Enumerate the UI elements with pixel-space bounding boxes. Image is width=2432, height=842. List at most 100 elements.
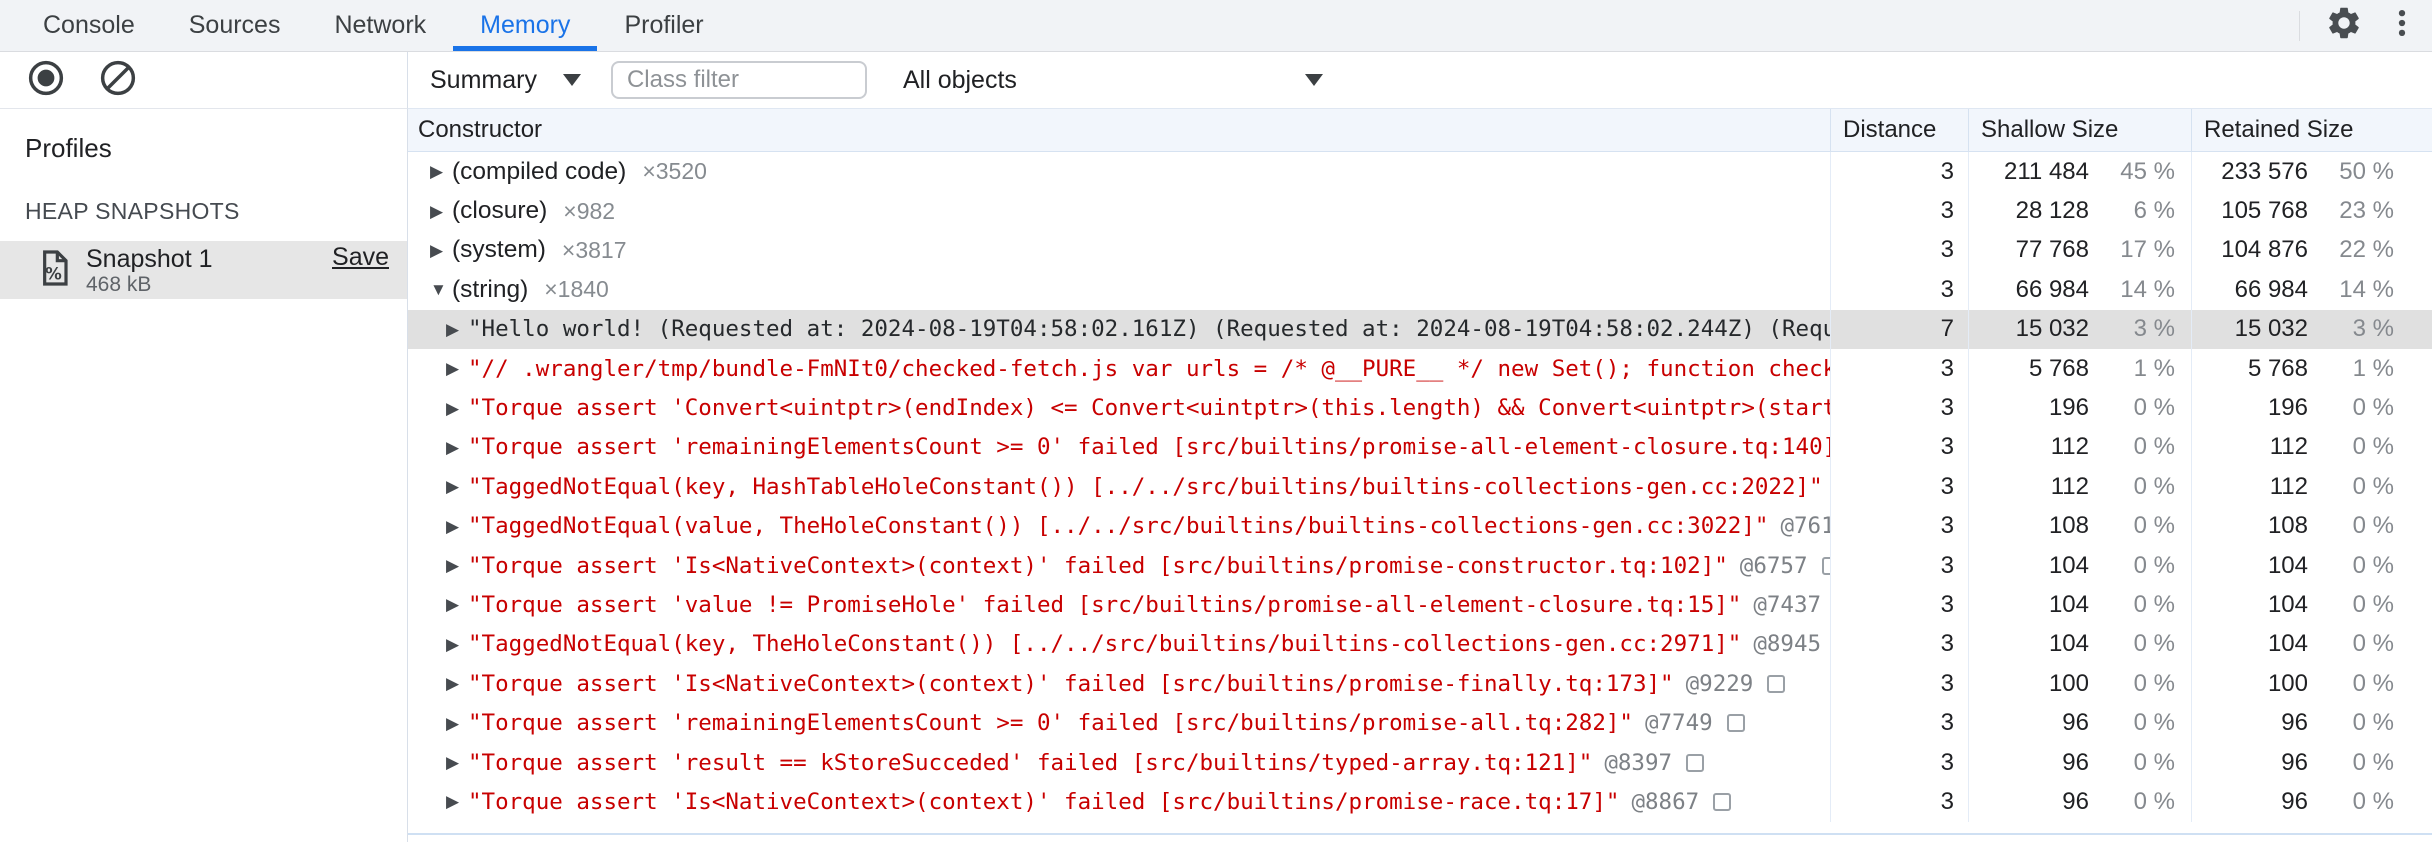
object-id: @7611	[1780, 513, 1830, 540]
class-filter-input[interactable]	[610, 61, 867, 99]
twisty-icon: ▶	[430, 201, 444, 221]
string-instance-row[interactable]: ▶ "Torque assert 'Is<NativeContext>(conte…	[408, 545, 2432, 586]
string-instance-row[interactable]: ▶ "Torque assert 'value != PromiseHole' f…	[408, 585, 2432, 625]
retained-size-cell: 112 0 %	[2191, 467, 2432, 507]
snapshot-file-icon: %	[38, 249, 70, 292]
distance-cell: 3	[1830, 348, 1968, 389]
constructor-group-row[interactable]: ▶ (compiled code) ×3520 3 211 484 45 % 233 576…	[408, 152, 2432, 192]
devtools-tabbar: Console Sources Network Memory Profiler	[0, 0, 2432, 52]
twisty-icon: ▶	[446, 595, 460, 615]
column-header-distance[interactable]: Distance	[1830, 109, 1968, 151]
retained-size-value: 233 576	[2221, 157, 2308, 185]
string-instance-row[interactable]: ▶ "Torque assert 'Is<NativeContext>(conte…	[408, 664, 2432, 704]
shallow-size-value: 15 032	[2015, 315, 2089, 343]
heap-grid-area: Constructor Distance Shallow Size Retain…	[408, 109, 2432, 842]
twisty-icon: ▼	[430, 280, 447, 300]
svg-text:%: %	[45, 264, 62, 283]
string-instance-row[interactable]: ▶ "Hello world! (Requested at: 2024-08-19…	[408, 309, 2432, 349]
settings-button[interactable]	[2322, 4, 2366, 48]
retained-size-percent: 3 %	[2352, 315, 2394, 343]
tab-sources[interactable]: Sources	[162, 0, 308, 51]
constructor-group-row[interactable]: ▶ (closure) ×982 3 28 128 6 % 105 768 23 %	[408, 191, 2432, 231]
constructor-cell: ▶ (system) ×3817	[408, 236, 1830, 264]
tab-network[interactable]: Network	[307, 0, 453, 51]
retained-size-value: 104	[2267, 590, 2308, 618]
retained-size-percent: 0 %	[2352, 394, 2394, 422]
sidebar-item-snapshot-1[interactable]: % Snapshot 1 468 kB Save	[0, 241, 407, 299]
string-value: "// .wrangler/tmp/bundle-FmNIt0/checked-…	[468, 355, 1830, 382]
reveal-object-icon[interactable]	[1821, 556, 1830, 575]
shallow-size-value: 96	[2062, 787, 2089, 815]
column-header-shallow-size[interactable]: Shallow Size	[1968, 109, 2191, 151]
string-instance-row[interactable]: ▶ "TaggedNotEqual(key, TheHoleConstant())…	[408, 624, 2432, 665]
distance-cell: 3	[1830, 388, 1968, 428]
clear-icon	[99, 59, 137, 102]
tab-memory[interactable]: Memory	[453, 0, 598, 51]
constructor-group-row[interactable]: ▼ (string) ×1840 3 66 984 14 % 66 984 14 %	[408, 270, 2432, 310]
grid-header: Constructor Distance Shallow Size Retain…	[408, 109, 2432, 152]
shallow-size-percent: 6 %	[2133, 197, 2175, 225]
object-filter-select[interactable]: All objects	[903, 66, 1323, 95]
take-snapshot-button[interactable]	[24, 58, 68, 102]
tabbar-divider	[2299, 10, 2300, 41]
distance-cell: 3	[1830, 191, 1968, 231]
string-instance-row[interactable]: ▶ "TaggedNotEqual(value, TheHoleConstant(…	[408, 506, 2432, 546]
perspective-select[interactable]: Summary	[430, 66, 581, 95]
profiles-title: Profiles	[25, 133, 112, 163]
retained-size-percent: 14 %	[2339, 275, 2394, 303]
string-value: "Torque assert 'Convert<uintptr>(endInde…	[468, 395, 1830, 422]
more-options-button[interactable]	[2380, 4, 2424, 48]
panel-body: Profiles HEAP SNAPSHOTS % Snapshot 1 468…	[0, 109, 2432, 842]
shallow-size-cell: 5 768 1 %	[1968, 348, 2191, 389]
string-instance-row[interactable]: ▶ "Torque assert 'Convert<uintptr>(endInd…	[408, 388, 2432, 428]
string-instance-row[interactable]: ▶ "Torque assert 'Is<NativeContext>(conte…	[408, 782, 2432, 822]
instance-count: ×3817	[561, 236, 627, 263]
constructor-cell: ▶ (closure) ×982	[408, 197, 1830, 225]
shallow-size-percent: 0 %	[2133, 787, 2175, 815]
shallow-size-percent: 0 %	[2133, 590, 2175, 618]
shallow-size-value: 104	[2048, 551, 2089, 579]
twisty-icon: ▶	[446, 437, 460, 457]
tab-profiler[interactable]: Profiler	[597, 0, 730, 51]
save-snapshot-link[interactable]: Save	[332, 243, 389, 272]
retained-size-percent: 0 %	[2352, 669, 2394, 697]
shallow-size-cell: 104 0 %	[1968, 624, 2191, 665]
shallow-size-cell: 77 768 17 %	[1968, 230, 2191, 271]
shallow-size-value: 28 128	[2015, 197, 2089, 225]
shallow-size-value: 5 768	[2028, 354, 2089, 382]
string-value: "Torque assert 'result == kStoreSucceded…	[468, 749, 1593, 776]
distance-cell: 3	[1830, 782, 1968, 822]
string-instance-row[interactable]: ▶ "Torque assert 'result == kStoreSuccede…	[408, 742, 2432, 783]
retained-size-value: 104	[2267, 630, 2308, 658]
reveal-object-icon[interactable]	[1686, 753, 1705, 772]
string-instance-row[interactable]: ▶ "Torque assert 'remainingElementsCount …	[408, 703, 2432, 743]
distance-cell: 3	[1830, 152, 1968, 192]
reveal-object-icon[interactable]	[1767, 674, 1786, 693]
distance-cell: 3	[1830, 230, 1968, 271]
twisty-icon: ▶	[446, 753, 460, 773]
string-instance-row[interactable]: ▶ "// .wrangler/tmp/bundle-FmNIt0/checked…	[408, 348, 2432, 389]
string-value: "TaggedNotEqual(key, HashTableHoleConsta…	[468, 473, 1823, 500]
constructor-group-row[interactable]: ▶ (system) ×3817 3 77 768 17 % 104 876 22 %	[408, 230, 2432, 271]
twisty-icon: ▶	[446, 556, 460, 576]
string-instance-row[interactable]: ▶ "TaggedNotEqual(key, HashTableHoleConst…	[408, 467, 2432, 507]
reveal-object-icon[interactable]	[1713, 792, 1732, 811]
column-header-constructor[interactable]: Constructor	[408, 109, 1830, 151]
clear-profiles-button[interactable]	[96, 58, 140, 102]
string-value: "Torque assert 'remainingElementsCount >…	[468, 710, 1633, 737]
shallow-size-value: 112	[2050, 433, 2089, 461]
object-id: @8945	[1753, 631, 1822, 658]
reveal-object-icon[interactable]	[1726, 714, 1745, 733]
retained-size-value: 100	[2267, 669, 2308, 697]
shallow-size-cell: 15 032 3 %	[1968, 309, 2191, 349]
constructor-cell: ▶ "// .wrangler/tmp/bundle-FmNIt0/checked…	[408, 356, 1830, 382]
string-instance-row[interactable]: ▶ "Torque assert 'remainingElementsCount …	[408, 427, 2432, 468]
bottom-pane-divider[interactable]	[408, 833, 2432, 835]
shallow-size-percent: 17 %	[2120, 236, 2175, 264]
distance-cell: 3	[1830, 585, 1968, 625]
string-value: "Torque assert 'remainingElementsCount >…	[468, 434, 1830, 461]
tab-console[interactable]: Console	[16, 0, 162, 51]
column-header-retained-size[interactable]: Retained Size	[2191, 109, 2432, 151]
shallow-size-value: 196	[2048, 394, 2089, 422]
shallow-size-cell: 104 0 %	[1968, 545, 2191, 586]
